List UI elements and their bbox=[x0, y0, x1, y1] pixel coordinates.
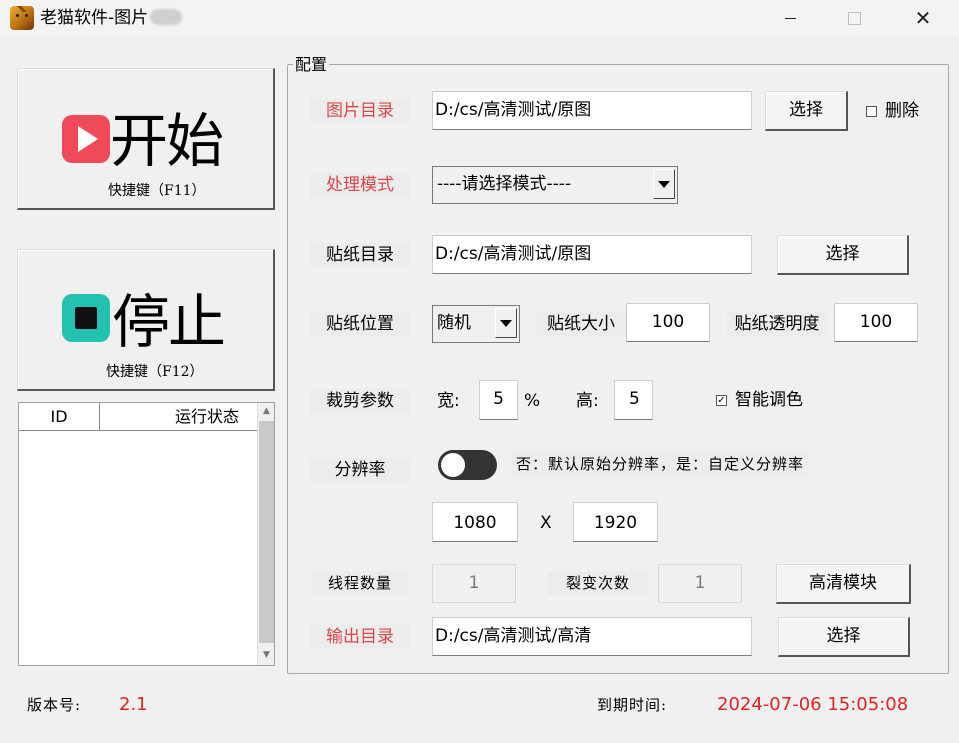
close-button[interactable]: ✕ bbox=[900, 0, 946, 36]
close-icon: ✕ bbox=[914, 6, 932, 30]
maximize-icon bbox=[847, 11, 861, 25]
image-dir-input[interactable]: D:/cs/高清测试/原图 bbox=[432, 91, 752, 130]
scrollbar-thumb[interactable] bbox=[259, 421, 274, 643]
start-label: 开始 bbox=[110, 107, 224, 175]
resolution-toggle[interactable] bbox=[438, 450, 497, 480]
resolution-height-input[interactable]: 1920 bbox=[573, 502, 658, 542]
version-value: 2.1 bbox=[119, 694, 148, 715]
window-title: 老猫软件-图片 bbox=[40, 6, 183, 30]
resolution-label: 分辨率 bbox=[310, 458, 410, 482]
maximize-button[interactable] bbox=[831, 0, 877, 36]
delete-label: 删除 bbox=[885, 101, 919, 121]
crop-label: 裁剪参数 bbox=[310, 389, 410, 413]
delete-checkbox[interactable] bbox=[866, 106, 877, 117]
scroll-down-icon[interactable]: ▼ bbox=[258, 647, 275, 664]
sticker-opacity-label: 贴纸透明度 bbox=[727, 312, 827, 336]
redacted-title-part bbox=[150, 9, 183, 25]
title-bar: 老猫软件-图片 ✕ bbox=[0, 0, 959, 38]
mode-label: 处理模式 bbox=[310, 173, 410, 197]
image-dir-label: 图片目录 bbox=[310, 99, 410, 123]
sticker-position-value: 随机 bbox=[437, 313, 471, 333]
scroll-up-icon[interactable]: ▲ bbox=[258, 403, 275, 420]
stop-label: 停止 bbox=[112, 288, 226, 356]
stop-icon bbox=[62, 294, 110, 342]
start-hotkey: 快捷键（F11） bbox=[108, 183, 206, 199]
chevron-down-icon[interactable] bbox=[495, 308, 517, 338]
resolution-x-label: X bbox=[540, 513, 552, 533]
sticker-position-select[interactable]: 随机 bbox=[432, 305, 520, 343]
sticker-dir-label: 贴纸目录 bbox=[310, 243, 410, 267]
smart-color-checkbox[interactable]: ✓ bbox=[716, 395, 727, 406]
fission-label: 裂变次数 bbox=[548, 571, 648, 595]
image-dir-select-button[interactable]: 选择 bbox=[765, 91, 848, 131]
expiry-label: 到期时间: bbox=[597, 696, 668, 714]
task-list[interactable]: ID 运行状态 ▲ ▼ bbox=[18, 402, 275, 666]
crop-height-label: 高: bbox=[576, 391, 599, 411]
expiry-value: 2024-07-06 15:05:08 bbox=[717, 694, 909, 715]
list-header: ID 运行状态 bbox=[19, 403, 257, 431]
column-header-status[interactable]: 运行状态 bbox=[101, 403, 257, 431]
sticker-size-input[interactable]: 100 bbox=[626, 303, 710, 342]
play-icon bbox=[62, 115, 110, 163]
hd-module-button[interactable]: 高清模块 bbox=[776, 564, 911, 604]
sticker-size-label: 贴纸大小 bbox=[536, 312, 626, 336]
chevron-down-icon[interactable] bbox=[653, 169, 675, 199]
mode-select[interactable]: ----请选择模式---- bbox=[432, 166, 678, 204]
config-group-label: 配置 bbox=[293, 55, 330, 75]
resolution-hint: 否：默认原始分辨率，是：自定义分辨率 bbox=[512, 452, 809, 476]
smart-color-label: 智能调色 bbox=[735, 390, 803, 410]
output-dir-label: 输出目录 bbox=[310, 625, 410, 649]
output-dir-select-button[interactable]: 选择 bbox=[778, 617, 910, 657]
minimize-icon bbox=[784, 17, 796, 19]
stop-hotkey: 快捷键（F12） bbox=[106, 364, 204, 380]
column-header-id[interactable]: ID bbox=[19, 403, 100, 431]
list-scrollbar[interactable]: ▲ ▼ bbox=[257, 403, 274, 665]
sticker-opacity-input[interactable]: 100 bbox=[834, 303, 918, 342]
cat-icon bbox=[10, 6, 34, 30]
crop-percent-label: % bbox=[524, 391, 541, 411]
toggle-knob bbox=[441, 453, 465, 477]
fission-input[interactable]: 1 bbox=[658, 564, 742, 603]
crop-width-input[interactable]: 5 bbox=[479, 380, 518, 420]
threads-label: 线程数量 bbox=[312, 571, 408, 595]
sticker-position-label: 贴纸位置 bbox=[310, 312, 410, 336]
sticker-dir-input[interactable]: D:/cs/高清测试/原图 bbox=[432, 235, 752, 274]
start-button[interactable]: 开始 快捷键（F11） bbox=[17, 68, 275, 210]
stop-button[interactable]: 停止 快捷键（F12） bbox=[17, 249, 275, 391]
resolution-width-input[interactable]: 1080 bbox=[432, 502, 518, 542]
mode-select-value: ----请选择模式---- bbox=[437, 174, 572, 194]
threads-input[interactable]: 1 bbox=[432, 564, 516, 603]
crop-width-label: 宽: bbox=[437, 391, 460, 411]
minimize-button[interactable] bbox=[767, 0, 813, 36]
sticker-dir-select-button[interactable]: 选择 bbox=[777, 235, 909, 275]
crop-height-input[interactable]: 5 bbox=[614, 380, 653, 420]
version-label: 版本号: bbox=[27, 696, 82, 714]
output-dir-input[interactable]: D:/cs/高清测试/高清 bbox=[432, 617, 752, 656]
